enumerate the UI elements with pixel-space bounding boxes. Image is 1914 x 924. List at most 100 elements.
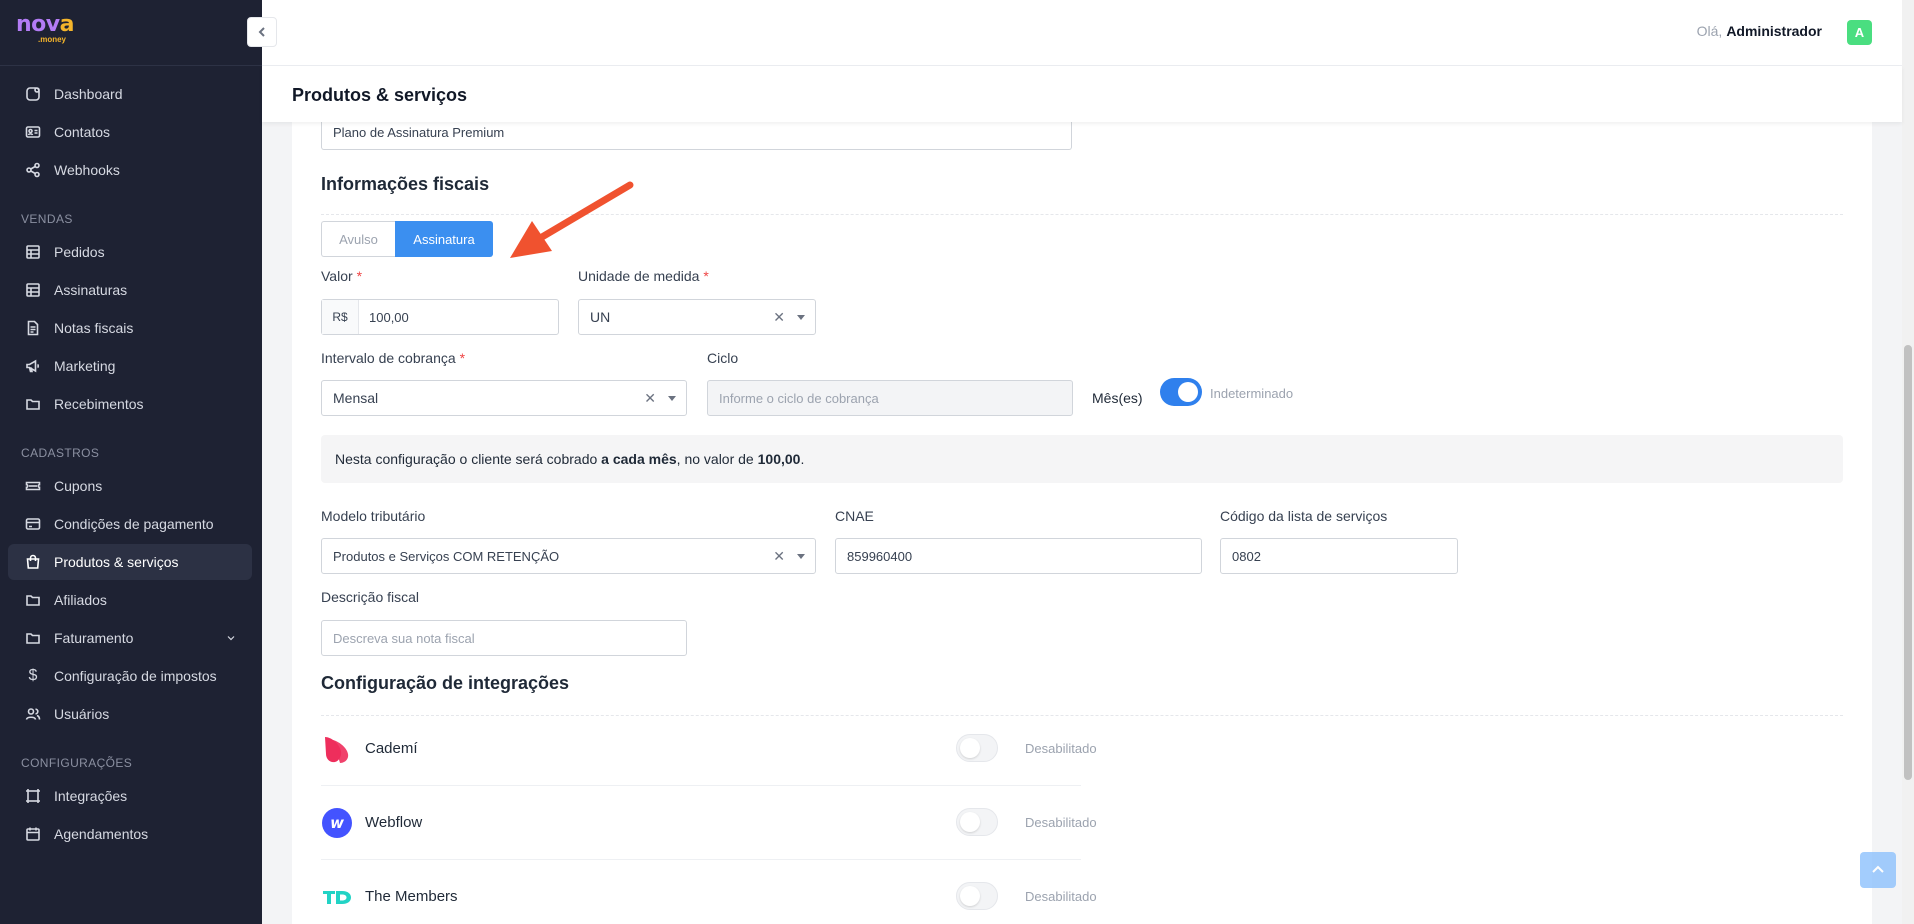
ciclo-label: Ciclo [707, 350, 739, 366]
caret-down-icon [668, 396, 676, 401]
valor-input[interactable]: R$ 100,00 [321, 299, 559, 335]
descricao-input[interactable]: Descreva sua nota fiscal [321, 620, 687, 656]
modelo-select[interactable]: Produtos e Serviços COM RETENÇÃO ✕ [321, 538, 816, 574]
toggle-knob [1178, 382, 1198, 402]
ciclo-unit: Mês(es) [1092, 390, 1143, 406]
page-title: Produtos & serviços [292, 85, 468, 105]
tab-avulso[interactable]: Avulso [321, 221, 395, 257]
greeting-text: Olá, [1696, 23, 1723, 39]
tab-assinatura[interactable]: Assinatura [395, 221, 493, 257]
sidebar-item-marketing[interactable]: Marketing [8, 348, 252, 384]
brand-logo[interactable]: nova .money [0, 0, 262, 66]
integration-state: Desabilitado [1025, 815, 1097, 830]
sidebar-item-label: Configuração de impostos [54, 668, 217, 684]
annotation-arrow-icon [510, 181, 634, 258]
cademi-logo-icon [321, 733, 353, 765]
intervalo-label: Intervalo de cobrança * [321, 350, 466, 366]
sidebar-item-afiliados[interactable]: Afiliados [8, 582, 252, 618]
product-form: Plano de Assinatura Premium Informações … [292, 116, 1872, 924]
user-greeting[interactable]: Olá, Administrador [1697, 23, 1822, 39]
info-amount: 100,00 [757, 451, 801, 467]
users-icon [24, 705, 42, 723]
sidebar-item-label: Notas fiscais [54, 320, 134, 336]
sidebar-item-label: Webhooks [54, 162, 120, 178]
sidebar-item-contatos[interactable]: Contatos [8, 114, 252, 150]
integration-row-the-members: The Members Desabilitado [321, 860, 1097, 924]
sidebar-item-label: Faturamento [54, 630, 134, 646]
integration-state: Desabilitado [1025, 889, 1097, 904]
indeterminado-label: Indeterminado [1210, 386, 1294, 401]
cnae-input[interactable]: 859960400 [835, 538, 1202, 574]
codigo-input[interactable]: 0802 [1220, 538, 1458, 574]
intervalo-select[interactable]: Mensal ✕ [321, 380, 687, 416]
sidebar-item-label: Agendamentos [54, 826, 149, 842]
calendar-icon [24, 825, 42, 843]
sidebar-item-label: Produtos & serviços [54, 554, 179, 570]
sidebar-item-cupons[interactable]: Cupons [8, 468, 252, 504]
fiscal-section-title: Informações fiscais [321, 174, 490, 194]
svg-text:w: w [330, 814, 344, 832]
indeterminado-toggle[interactable] [1160, 378, 1202, 406]
sidebar: nova .money Dashboard Contatos Webhooks … [0, 0, 262, 924]
currency-prefix: R$ [322, 300, 359, 334]
unidade-select[interactable]: UN ✕ [578, 299, 816, 335]
avatar[interactable]: A [1847, 20, 1872, 45]
sidebar-collapse-button[interactable] [247, 17, 277, 47]
codigo-label: Código da lista de serviços [1220, 508, 1388, 524]
cnae-label: CNAE [835, 508, 874, 524]
sidebar-item-condicoes-pagamento[interactable]: Condições de pagamento [8, 506, 252, 542]
credit-card-icon [24, 515, 42, 533]
webflow-toggle[interactable] [956, 808, 998, 836]
ticket-icon [24, 477, 42, 495]
sidebar-item-label: Afiliados [54, 592, 107, 608]
unidade-label: Unidade de medida * [578, 268, 709, 284]
info-text: , no valor de [676, 451, 754, 467]
ciclo-input[interactable]: Informe o ciclo de cobrança [707, 380, 1073, 416]
sidebar-item-configuracao-impostos[interactable]: $ Configuração de impostos [8, 658, 252, 694]
sidebar-item-notas-fiscais[interactable]: Notas fiscais [8, 310, 252, 346]
sidebar-item-usuarios[interactable]: Usuários [8, 696, 252, 732]
sidebar-item-recebimentos[interactable]: Recebimentos [8, 386, 252, 422]
the-members-logo-icon [321, 881, 353, 913]
sidebar-item-agendamentos[interactable]: Agendamentos [8, 816, 252, 852]
share-icon [24, 161, 42, 179]
clear-icon[interactable]: ✕ [644, 390, 656, 407]
sidebar-item-produtos-servicos[interactable]: Produtos & serviços [8, 544, 252, 580]
sidebar-item-label: Recebimentos [54, 396, 144, 412]
folder-icon [24, 591, 42, 609]
sidebar-item-label: Condições de pagamento [54, 516, 214, 532]
top-bar: Olá, Administrador A [262, 0, 1902, 66]
frame-icon [24, 787, 42, 805]
integration-state: Desabilitado [1025, 741, 1097, 756]
integration-row-cademi: Cademí Desabilitado [321, 712, 1097, 786]
sidebar-item-assinaturas[interactable]: Assinaturas [8, 272, 252, 308]
chevron-down-icon [222, 629, 240, 647]
clear-icon[interactable]: ✕ [773, 309, 785, 326]
info-text: Nesta configuração o cliente será cobrad… [335, 451, 598, 467]
info-text: . [800, 451, 805, 467]
sidebar-item-pedidos[interactable]: Pedidos [8, 234, 252, 270]
valor-label: Valor * [321, 268, 363, 284]
toggle-knob [960, 886, 980, 906]
scrollbar-thumb[interactable] [1904, 345, 1912, 780]
back-to-top-button[interactable] [1860, 852, 1896, 888]
modelo-label: Modelo tributário [321, 508, 426, 524]
integrations-section-title: Configuração de integrações [321, 673, 570, 693]
contacts-icon [24, 123, 42, 141]
the-members-toggle[interactable] [956, 882, 998, 910]
cademi-toggle[interactable] [956, 734, 998, 762]
sidebar-item-webhooks[interactable]: Webhooks [8, 152, 252, 188]
sidebar-item-faturamento[interactable]: Faturamento [8, 620, 252, 656]
page-header: Produtos & serviços [262, 66, 1902, 122]
integration-name: The Members [365, 888, 458, 905]
intervalo-value: Mensal [333, 390, 379, 406]
sidebar-item-dashboard[interactable]: Dashboard [8, 76, 252, 112]
table-icon [24, 281, 42, 299]
sidebar-item-label: Cupons [54, 478, 103, 494]
clear-icon[interactable]: ✕ [773, 548, 785, 565]
sidebar-item-integracoes[interactable]: Integrações [8, 778, 252, 814]
sidebar-item-label: Usuários [54, 706, 110, 722]
page-scrollbar[interactable] [1902, 0, 1914, 924]
billing-info-box: Nesta configuração o cliente será cobrad… [321, 435, 1843, 483]
section-cadastros: CADASTROS [21, 446, 100, 460]
